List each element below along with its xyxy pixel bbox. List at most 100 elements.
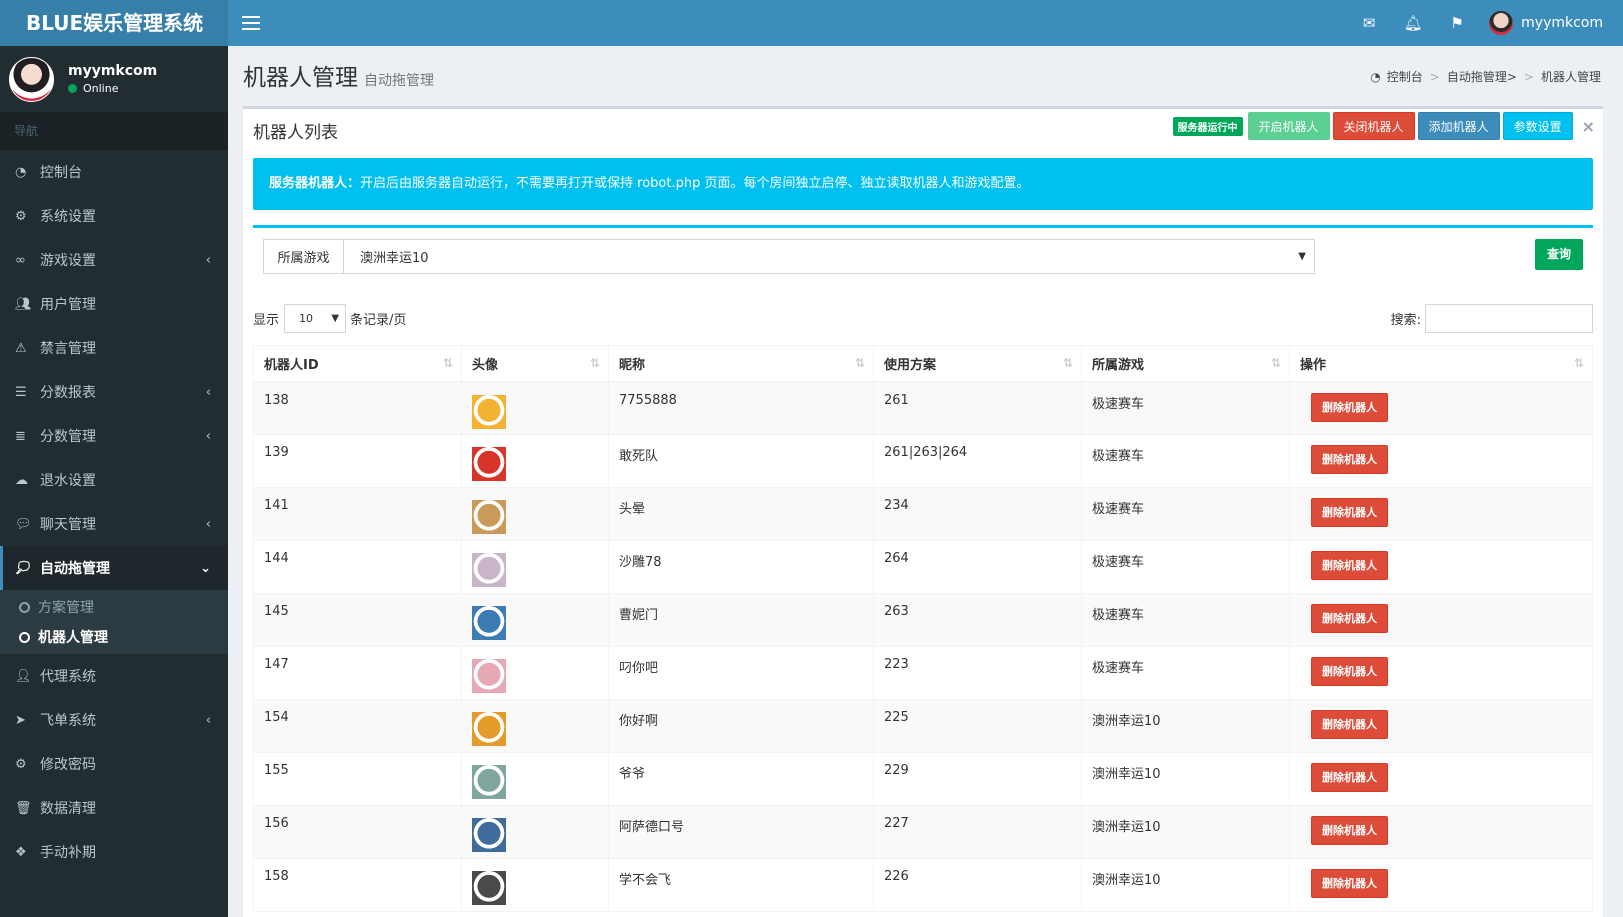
delete-robot-button[interactable]: 删除机器人 — [1311, 657, 1388, 686]
robot-plan: 223 — [873, 646, 1082, 700]
query-button[interactable]: 查询 — [1535, 239, 1584, 270]
stop-robot-button[interactable]: 关闭机器人 — [1332, 112, 1415, 140]
info-callout: 服务器机器人：开启后由服务器自动运行，不需要再打开或保持 robot.php 页… — [253, 158, 1593, 210]
delete-robot-button[interactable]: 删除机器人 — [1311, 816, 1388, 845]
breadcrumb-item: 机器人管理 — [1540, 70, 1601, 84]
robot-avatar-cell — [461, 752, 609, 806]
page-length-select[interactable]: 10 ▼ — [284, 304, 347, 333]
robot-nickname: 叼你吧 — [608, 646, 874, 700]
column-header[interactable]: 昵称 ⇅ — [608, 345, 874, 383]
breadcrumb-item[interactable]: 自动拖管理> — [1447, 68, 1517, 85]
chevron-left-icon: ‹ — [205, 252, 211, 268]
robot-avatar-cell — [461, 805, 609, 859]
breadcrumb-item[interactable]: 控制台 — [1387, 68, 1423, 85]
chevron-down-icon: ▼ — [1298, 251, 1306, 262]
params-settings-button[interactable]: 参数设置 — [1502, 112, 1573, 140]
delete-robot-button[interactable]: 删除机器人 — [1311, 498, 1388, 527]
column-header[interactable]: 使用方案 ⇅ — [873, 345, 1082, 383]
robot-game: 极速赛车 — [1081, 434, 1290, 488]
delete-robot-button[interactable]: 删除机器人 — [1311, 392, 1388, 422]
gears-icon: ⚙ — [15, 208, 27, 224]
robot-nickname: 你好啊 — [608, 699, 874, 753]
robot-nickname: 阿萨德口号 — [608, 805, 874, 859]
sidebar-subitem-robot[interactable]: 机器人管理 — [0, 622, 228, 652]
sidebar-item-data-clean[interactable]: 🗑︎ 数据清理 — [0, 786, 228, 830]
robot-id: 144 — [253, 540, 462, 594]
start-robot-button[interactable]: 开启机器人 — [1247, 112, 1330, 140]
flag-icon[interactable]: ⚑ — [1435, 0, 1479, 46]
robot-id: 141 — [253, 487, 462, 541]
page-title: 机器人管理 — [243, 65, 358, 91]
robot-avatar-cell — [461, 381, 609, 435]
avatar — [472, 606, 506, 640]
sidebar-subitem-plan[interactable]: 方案管理 — [0, 592, 228, 622]
column-header[interactable]: 所属游戏 ⇅ — [1081, 345, 1290, 383]
column-header[interactable]: 操作 ⇅ — [1289, 345, 1593, 383]
delete-robot-button[interactable]: 删除机器人 — [1311, 604, 1388, 633]
sidebar-item-chat[interactable]: 💬︎ 聊天管理 ‹ — [0, 502, 228, 546]
robot-game: 极速赛车 — [1081, 540, 1290, 594]
status-badge: Online — [68, 82, 157, 95]
user-plus-icon: 👤︎ — [15, 668, 32, 684]
sort-icon: ⇅ — [854, 356, 865, 370]
close-icon[interactable]: × — [1582, 117, 1595, 136]
warning-icon: ⚠ — [15, 340, 27, 356]
robot-list-box: 机器人列表 服务器运行中 开启机器人 关闭机器人 添加机器人 参数设置 × 服务… — [243, 106, 1603, 917]
search-control: 搜索: — [1391, 304, 1593, 333]
add-robot-button[interactable]: 添加机器人 — [1417, 112, 1500, 140]
navbar-icons: ✉ 🔔︎ ⚑ myymkcom — [1347, 0, 1623, 46]
robot-nickname: 头晕 — [608, 487, 874, 541]
delete-robot-button[interactable]: 删除机器人 — [1311, 710, 1388, 739]
delete-robot-button[interactable]: 删除机器人 — [1311, 445, 1388, 474]
sidebar-item-rebate[interactable]: ☁ 退水设置 — [0, 458, 228, 502]
sidebar-item-manual-period[interactable]: ❖ 手动补期 — [0, 830, 228, 874]
sidebar-item-mute[interactable]: ⚠ 禁言管理 — [0, 326, 228, 370]
sidebar-item-score-manage[interactable]: ≣ 分数管理 ‹ — [0, 414, 228, 458]
sidebar-item-system-settings[interactable]: ⚙ 系统设置 — [0, 194, 228, 238]
navbar-user-name: myymkcom — [1521, 15, 1603, 31]
sidebar-toggle-icon[interactable] — [242, 12, 260, 34]
sidebar-item-dashboard[interactable]: ◔ 控制台 — [0, 150, 228, 194]
avatar — [1489, 11, 1514, 35]
bell-icon[interactable]: 🔔︎ — [1391, 0, 1435, 46]
avatar — [472, 871, 506, 905]
game-select[interactable]: 澳洲幸运10 ▼ — [344, 240, 1314, 273]
commenting-icon: 💭︎ — [15, 560, 32, 576]
sidebar-item-fly-order[interactable]: ➤ 飞单系统 ‹ — [0, 698, 228, 742]
app-logo[interactable]: BLUE娱乐管理系统 — [0, 0, 228, 46]
avatar — [472, 765, 506, 799]
robot-id: 138 — [253, 381, 462, 435]
sidebar-item-score-report[interactable]: ☰ 分数报表 ‹ — [0, 370, 228, 414]
column-header[interactable]: 头像 ⇅ — [461, 345, 609, 383]
search-input[interactable] — [1425, 304, 1593, 333]
robot-avatar-cell — [461, 540, 609, 594]
sidebar-item-users[interactable]: 👥︎ 用户管理 — [0, 282, 228, 326]
navbar-user-menu[interactable]: myymkcom — [1479, 0, 1623, 46]
column-header[interactable]: 机器人ID ⇅ — [253, 345, 462, 383]
robot-game: 极速赛车 — [1081, 487, 1290, 541]
sidebar-item-password[interactable]: ⚙ 修改密码 — [0, 742, 228, 786]
sidebar-item-agent[interactable]: 👤︎ 代理系统 — [0, 654, 228, 698]
users-icon: 👥︎ — [15, 296, 32, 312]
sort-icon: ⇅ — [1573, 356, 1584, 370]
avatar — [472, 553, 506, 587]
sidebar-item-auto-bot[interactable]: 💭︎ 自动拖管理 ⌄ — [0, 546, 228, 590]
list-icon: ☰ — [15, 384, 27, 400]
robot-avatar-cell — [461, 487, 609, 541]
sidebar-item-game-settings[interactable]: ∞ 游戏设置 ‹ — [0, 238, 228, 282]
robot-plan: 226 — [873, 858, 1082, 912]
delete-robot-button[interactable]: 删除机器人 — [1311, 763, 1388, 792]
robot-game: 澳洲幸运10 — [1081, 805, 1290, 859]
table-row: 145 曹妮门 263 极速赛车 删除机器人 — [253, 593, 1593, 647]
dashboard-icon: ◔ — [1370, 69, 1381, 84]
envelope-icon[interactable]: ✉ — [1347, 0, 1391, 46]
robot-actions: 删除机器人 — [1289, 540, 1593, 594]
robot-nickname: 爷爷 — [608, 752, 874, 806]
delete-robot-button[interactable]: 删除机器人 — [1311, 869, 1388, 898]
breadcrumb: ◔ 控制台 > 自动拖管理> > 机器人管理 — [1370, 68, 1601, 85]
gamepad-icon: ∞ — [15, 252, 26, 268]
page-subtitle: 自动拖管理 — [364, 73, 434, 89]
delete-robot-button[interactable]: 删除机器人 — [1311, 551, 1388, 580]
robot-actions: 删除机器人 — [1289, 858, 1593, 912]
circle-icon — [19, 631, 30, 643]
